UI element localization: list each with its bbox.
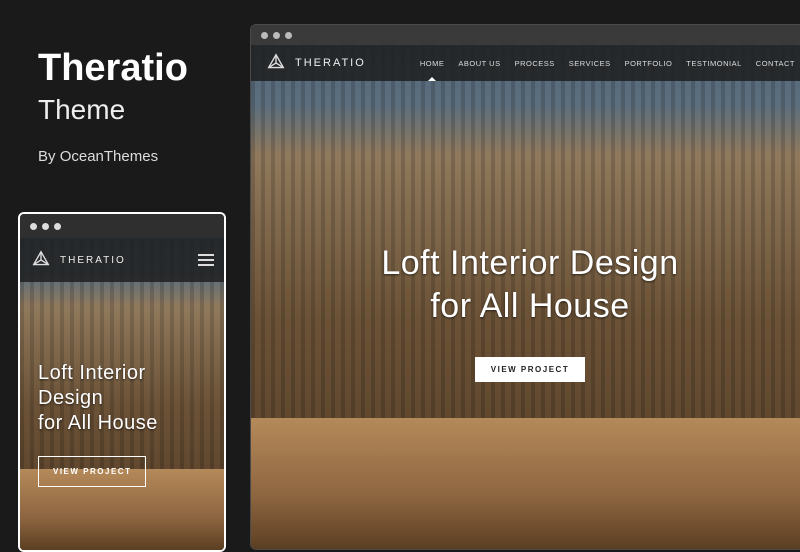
theme-title: Theratio bbox=[38, 48, 188, 90]
view-project-button[interactable]: VIEW PROJECT bbox=[38, 456, 146, 487]
theme-info: Theratio Theme By OceanThemes bbox=[38, 48, 188, 165]
hero-content: Loft Interior Design for All House VIEW … bbox=[20, 238, 224, 550]
window-titlebar bbox=[251, 25, 800, 45]
hero-title: Loft Interior Design for All House bbox=[381, 242, 678, 327]
view-project-button[interactable]: VIEW PROJECT bbox=[475, 357, 585, 382]
window-dot-icon bbox=[261, 32, 268, 39]
hero-content: Loft Interior Design for All House VIEW … bbox=[251, 45, 800, 549]
theme-author: By OceanThemes bbox=[38, 148, 188, 165]
mobile-preview-window: THERATIO Loft Interior Design for All Ho… bbox=[18, 212, 226, 552]
window-dot-icon bbox=[54, 223, 61, 230]
hero-title: Loft Interior Design for All House bbox=[38, 361, 206, 436]
window-dot-icon bbox=[42, 223, 49, 230]
window-dot-icon bbox=[30, 223, 37, 230]
site-viewport: THERATIO HOME ABOUT US PROCESS SERVICES … bbox=[251, 45, 800, 549]
window-titlebar bbox=[20, 214, 224, 238]
site-viewport: THERATIO Loft Interior Design for All Ho… bbox=[20, 238, 224, 550]
window-dot-icon bbox=[285, 32, 292, 39]
desktop-preview-window: THERATIO HOME ABOUT US PROCESS SERVICES … bbox=[250, 24, 800, 550]
theme-subtitle: Theme bbox=[38, 94, 188, 126]
window-dot-icon bbox=[273, 32, 280, 39]
